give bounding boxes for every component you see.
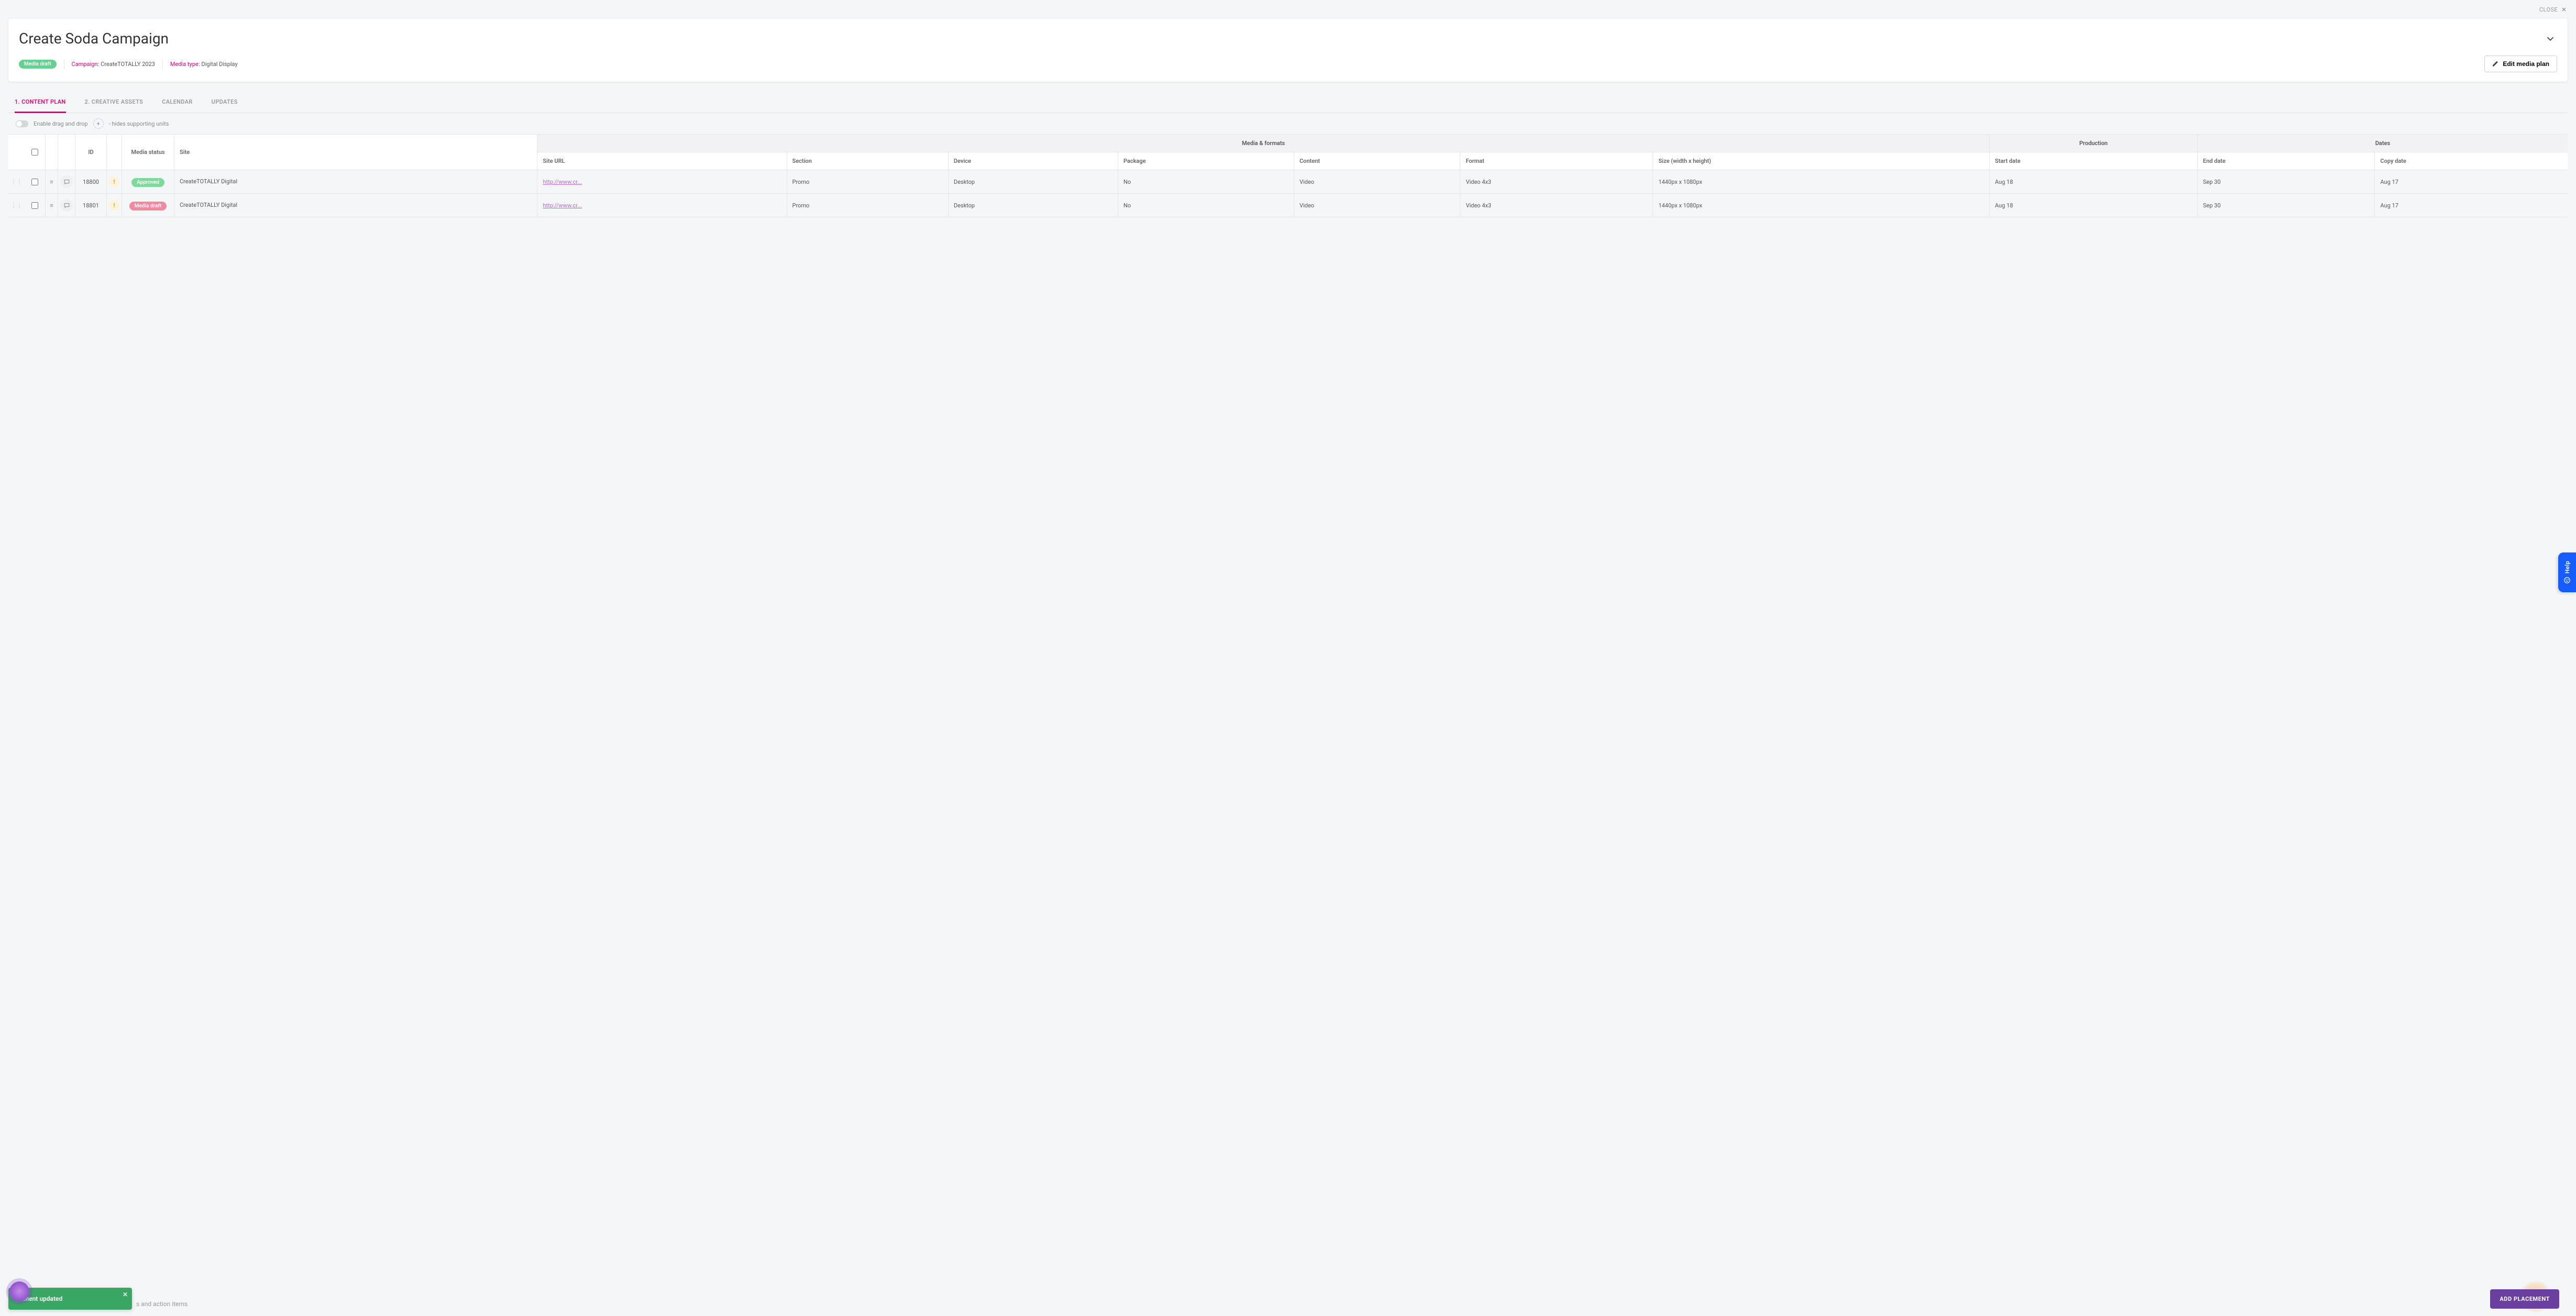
cell-id: 18800 [75, 170, 107, 194]
cell-content: Video [1294, 170, 1460, 194]
close-button[interactable]: CLOSE ✕ [2539, 6, 2567, 13]
smile-icon [2563, 577, 2571, 584]
select-all-header [24, 135, 46, 170]
cell-site: CreateTOTALLY Digital [174, 194, 537, 217]
help-button[interactable]: Help [2558, 552, 2576, 592]
header: Create Soda Campaign Media draft Campaig… [8, 18, 2568, 82]
cell-site-url[interactable]: http://www.cr... [537, 194, 787, 217]
cell-package: No [1118, 194, 1294, 217]
cell-copy-date: Aug 17 [2375, 170, 2568, 194]
drag-handle-icon[interactable]: ⋮⋮ [10, 202, 22, 209]
row-menu-icon[interactable]: ≡ [50, 202, 53, 209]
col-start-date[interactable]: Start date [1990, 152, 2198, 170]
add-supporting-unit-button[interactable]: + [93, 118, 104, 129]
cell-section: Promo [787, 194, 949, 217]
col-size[interactable]: Size (width x height) [1653, 152, 1989, 170]
cell-status: Approved [131, 178, 164, 187]
toast-close-button[interactable]: ✕ [123, 1291, 128, 1298]
col-copy-date[interactable]: Copy date [2375, 152, 2568, 170]
media-type-label: Media type: [170, 61, 200, 68]
tab-calendar[interactable]: CALENDAR [162, 91, 193, 113]
table-row[interactable]: ⋮⋮ ≡ 18801! Media draft CreateTOTALLY Digita… [8, 194, 2568, 217]
plus-icon: + [96, 120, 100, 127]
warning-icon[interactable]: ! [109, 176, 119, 187]
tab-content-plan[interactable]: 1. CONTENT PLAN [15, 91, 66, 113]
separator [162, 59, 163, 69]
cell-end-date: Sep 30 [2198, 194, 2375, 217]
placements-table: ID Media status Site Media & formats Pro… [8, 134, 2568, 217]
drag-handle-icon[interactable]: ⋮⋮ [10, 178, 22, 185]
col-group-production: Production [1990, 135, 2198, 152]
campaign-value: CreateTOTALLY 2023 [101, 61, 155, 68]
col-content[interactable]: Content [1294, 152, 1460, 170]
cell-device: Desktop [949, 170, 1118, 194]
help-label: Help [2564, 561, 2571, 573]
status-badge: Media draft [19, 60, 57, 69]
row-notes-button[interactable] [60, 199, 73, 212]
cell-size: 1440px x 1080px [1653, 194, 1989, 217]
col-id[interactable]: ID [75, 135, 107, 170]
cell-start-date: Aug 18 [1990, 170, 2198, 194]
add-placement-button[interactable]: ADD PLACEMENT [2490, 1289, 2559, 1309]
cell-status: Media draft [129, 202, 167, 211]
col-site[interactable]: Site [174, 135, 537, 170]
col-group-dates: Dates [2198, 135, 2568, 152]
comment-icon [63, 202, 70, 209]
table-row[interactable]: ⋮⋮ ≡ 18800! Approved CreateTOTALLY Digitalht… [8, 170, 2568, 194]
row-menu-icon[interactable]: ≡ [50, 179, 53, 185]
row-checkbox[interactable] [31, 179, 38, 185]
cell-section: Promo [787, 170, 949, 194]
col-end-date[interactable]: End date [2198, 152, 2375, 170]
col-device[interactable]: Device [949, 152, 1118, 170]
drag-toggle-label: Enable drag and drop [34, 120, 88, 127]
cell-copy-date: Aug 17 [2375, 194, 2568, 217]
edit-label: Edit media plan [2503, 60, 2549, 68]
col-site-url[interactable]: Site URL [537, 152, 787, 170]
close-label: CLOSE [2539, 6, 2558, 13]
cell-content: Video [1294, 194, 1460, 217]
collapse-button[interactable] [2545, 33, 2556, 46]
cell-format: Video 4x3 [1460, 170, 1653, 194]
cell-size: 1440px x 1080px [1653, 170, 1989, 194]
cell-id: 18801 [75, 194, 107, 217]
tab-creative-assets[interactable]: 2. CREATIVE ASSETS [85, 91, 144, 113]
warning-icon[interactable]: ! [109, 200, 119, 211]
col-package[interactable]: Package [1118, 152, 1294, 170]
col-media-status[interactable]: Media status [122, 135, 174, 170]
cell-device: Desktop [949, 194, 1118, 217]
col-format[interactable]: Format [1460, 152, 1653, 170]
tab-updates[interactable]: UPDATES [212, 91, 238, 113]
edit-media-plan-button[interactable]: Edit media plan [2484, 56, 2557, 72]
cell-site-url[interactable]: http://www.cr... [537, 170, 787, 194]
row-checkbox[interactable] [31, 202, 38, 209]
campaign-label: Campaign: [72, 61, 100, 68]
cell-start-date: Aug 18 [1990, 194, 2198, 217]
hides-label: - hides supporting units [109, 120, 169, 127]
footer-hint: s and action items [136, 1300, 188, 1308]
media-type-value: Digital Display [201, 61, 237, 68]
select-all-checkbox[interactable] [31, 149, 38, 156]
chevron-down-icon [2545, 33, 2556, 45]
drag-toggle[interactable] [16, 120, 28, 127]
pencil-icon [2492, 61, 2498, 67]
comment-icon [63, 179, 70, 185]
col-group-media: Media & formats [537, 135, 1989, 152]
assistant-bubble[interactable] [9, 1281, 29, 1301]
close-icon: ✕ [2561, 6, 2567, 13]
cell-end-date: Sep 30 [2198, 170, 2375, 194]
cell-site: CreateTOTALLY Digital [174, 170, 537, 194]
tabs: 1. CONTENT PLAN 2. CREATIVE ASSETS CALEN… [8, 91, 2568, 113]
cell-format: Video 4x3 [1460, 194, 1653, 217]
col-section[interactable]: Section [787, 152, 949, 170]
page-title: Create Soda Campaign [19, 30, 2557, 47]
cell-package: No [1118, 170, 1294, 194]
row-notes-button[interactable] [60, 175, 73, 188]
